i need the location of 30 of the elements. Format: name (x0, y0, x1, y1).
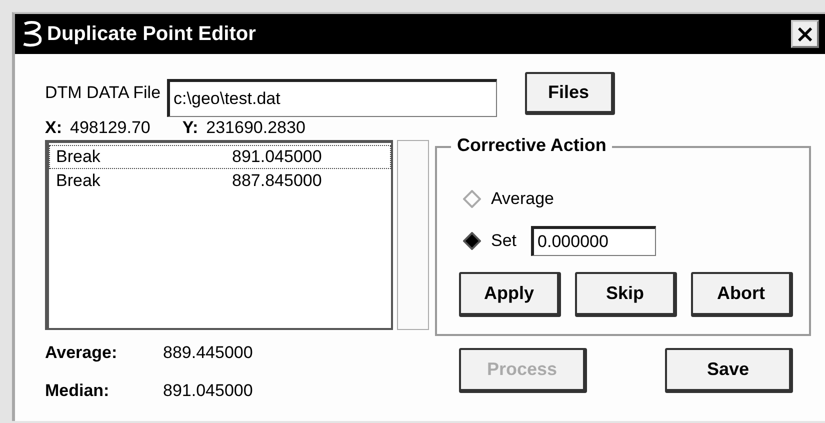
radio-button[interactable] (463, 190, 481, 208)
action-button[interactable]: Abort (691, 272, 793, 317)
list-row[interactable]: Break 887.845000 (49, 169, 391, 193)
radio-button[interactable] (463, 232, 481, 250)
file-label: DTM DATA File (45, 83, 161, 103)
stat-value: 891.045000 (163, 381, 253, 401)
point-value: 887.845000 (232, 171, 322, 191)
stat-label: Average: (45, 343, 118, 363)
coordinate-value: 231690.2830 (206, 118, 306, 137)
logo-icon (21, 20, 43, 48)
point-type: Break (56, 171, 102, 191)
coordinate-value: 498129.70 (70, 118, 150, 137)
set-value-field[interactable]: 0.000000 (530, 226, 656, 256)
coordinate-label: Y: (182, 118, 198, 137)
action-button[interactable]: Skip (575, 272, 677, 317)
stat-label: Median: (45, 381, 110, 401)
file-path-field[interactable]: c:\geo\test.dat (166, 79, 497, 117)
point-list[interactable]: Break 891.045000 Break 887.845000 (45, 140, 393, 330)
files-button[interactable]: Files (524, 72, 615, 114)
option-label: Average (491, 189, 554, 209)
point-value: 891.045000 (232, 147, 322, 167)
coordinate-label: X: (45, 118, 62, 137)
action-button[interactable]: Apply (459, 272, 561, 317)
option-label: Set (491, 231, 517, 251)
window-title: Duplicate Point Editor (47, 22, 257, 46)
close-button[interactable]: × (791, 20, 819, 48)
list-row[interactable]: Break 891.045000 (49, 145, 391, 169)
point-type: Break (56, 147, 102, 167)
action-button[interactable]: Save (665, 348, 793, 393)
stat-value: 889.445000 (163, 343, 253, 363)
